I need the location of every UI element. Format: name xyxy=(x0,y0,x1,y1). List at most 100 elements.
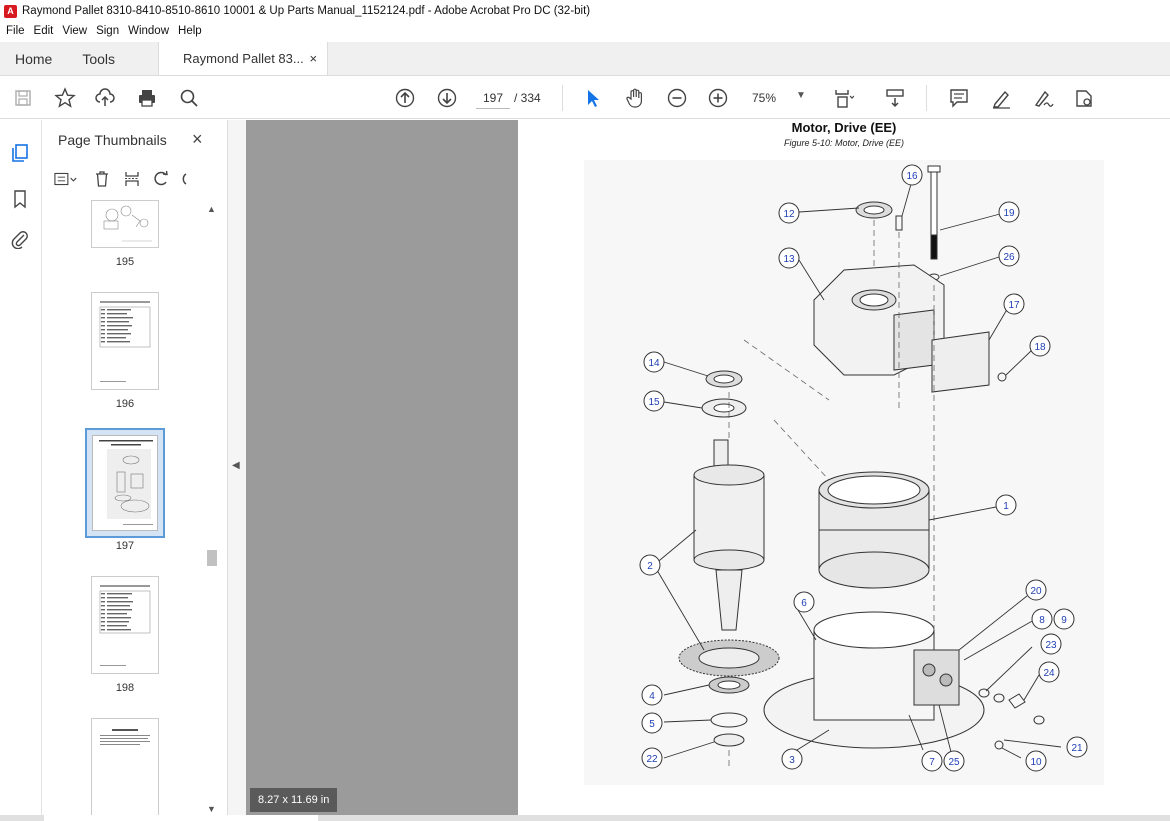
thumbnails-list[interactable]: 195 196 197 198 ▲ ▼ xyxy=(42,200,228,821)
scrollbar-thumb[interactable] xyxy=(207,550,217,566)
callout-17: 17 xyxy=(1003,293,1025,315)
tab-tools-label: Tools xyxy=(82,50,116,67)
svg-text:16: 16 xyxy=(906,171,918,182)
tab-document-label: Raymond Pallet 83... xyxy=(183,51,304,66)
zoom-in-icon[interactable] xyxy=(705,85,731,111)
menu-sign[interactable]: Sign xyxy=(96,25,119,37)
callout-4: 4 xyxy=(641,684,663,706)
callout-14: 14 xyxy=(643,351,665,373)
menu-file[interactable]: File xyxy=(6,25,25,37)
page-thumbnail-selected[interactable] xyxy=(85,428,165,538)
svg-text:12: 12 xyxy=(783,209,795,220)
page-thumbnail[interactable] xyxy=(91,200,159,248)
svg-text:8: 8 xyxy=(1039,615,1045,626)
svg-text:24: 24 xyxy=(1043,668,1055,679)
menu-help[interactable]: Help xyxy=(178,25,202,37)
svg-text:17: 17 xyxy=(1008,300,1020,311)
tab-close-icon[interactable]: × xyxy=(309,51,317,66)
panel-toolbar xyxy=(54,166,224,192)
svg-text:10: 10 xyxy=(1030,757,1042,768)
page-down-icon[interactable] xyxy=(434,85,460,111)
scroll-up-icon[interactable]: ▲ xyxy=(207,204,216,214)
page-total: / 334 xyxy=(514,91,541,105)
svg-text:1: 1 xyxy=(1003,501,1009,512)
figure-title: Motor, Drive (EE) xyxy=(791,120,897,135)
chevron-left-icon[interactable]: ◀ xyxy=(232,460,240,471)
callout-6: 6 xyxy=(793,591,815,613)
callout-13: 13 xyxy=(778,247,800,269)
page-number-label: 198 xyxy=(115,682,135,694)
callout-3: 3 xyxy=(781,748,803,770)
document-viewer[interactable]: Motor, Drive (EE) Figure 5-10: Motor, Dr… xyxy=(246,120,1170,821)
menu-window[interactable]: Window xyxy=(128,25,169,37)
page-thumbnail[interactable] xyxy=(91,718,159,821)
page-number-label: 197 xyxy=(115,540,135,552)
fit-page-icon[interactable] xyxy=(830,85,856,111)
svg-text:21: 21 xyxy=(1071,743,1083,754)
insert-page-icon[interactable] xyxy=(120,168,144,190)
hand-icon[interactable] xyxy=(622,85,648,111)
callout-21: 21 xyxy=(1066,736,1088,758)
rotate-icon[interactable] xyxy=(150,168,174,190)
scroll-mode-icon[interactable] xyxy=(882,85,908,111)
toolbar-divider xyxy=(926,85,927,111)
scroll-down-icon[interactable]: ▼ xyxy=(207,804,216,814)
callout-12: 12 xyxy=(778,202,800,224)
chevron-down-icon[interactable]: ▼ xyxy=(796,90,806,101)
callout-9: 8 xyxy=(1031,608,1053,630)
print-icon[interactable] xyxy=(134,85,160,111)
zoom-select[interactable]: 75% xyxy=(752,91,776,105)
page-thumbnail[interactable] xyxy=(91,292,159,390)
menu-bar: File Edit View Sign Window Help xyxy=(0,22,1170,40)
window-title: Raymond Pallet 8310-8410-8510-8610 10001… xyxy=(22,5,591,17)
search-icon[interactable] xyxy=(176,85,202,111)
page-size-indicator: 8.27 x 11.69 in xyxy=(250,788,338,812)
callout-25: 25 xyxy=(943,750,965,772)
page-up-icon[interactable] xyxy=(392,85,418,111)
callout-1: 1 xyxy=(995,494,1017,516)
select-cursor-icon[interactable] xyxy=(580,85,606,111)
bookmark-icon[interactable] xyxy=(9,188,31,210)
svg-text:19: 19 xyxy=(1003,208,1015,219)
tab-tools[interactable]: Tools xyxy=(67,42,130,75)
menu-view[interactable]: View xyxy=(62,25,87,37)
svg-text:6: 6 xyxy=(801,598,807,609)
left-rail xyxy=(0,120,42,821)
thumbnails-scrollbar[interactable]: ▲ ▼ xyxy=(205,200,219,821)
toolbar: / 334 75% ▼ xyxy=(0,77,1170,119)
svg-text:2: 2 xyxy=(647,561,653,572)
delete-icon[interactable] xyxy=(90,168,114,190)
tab-home[interactable]: Home xyxy=(0,42,67,75)
upload-icon[interactable] xyxy=(92,85,118,111)
callout-20: 19 xyxy=(998,201,1020,223)
menu-edit[interactable]: Edit xyxy=(34,25,54,37)
close-icon[interactable]: × xyxy=(192,129,203,150)
page-number-label: 196 xyxy=(115,398,135,410)
rotate-ccw-icon[interactable] xyxy=(180,168,188,190)
zoom-out-icon[interactable] xyxy=(664,85,690,111)
page-thumbnail[interactable] xyxy=(91,576,159,674)
callout-2: 2 xyxy=(639,554,661,576)
callout-18: 18 xyxy=(1029,335,1051,357)
page-thumbnails-icon[interactable] xyxy=(9,142,31,164)
callout-23: 23 xyxy=(1040,633,1062,655)
callout-7: 7 xyxy=(921,750,943,772)
star-icon[interactable] xyxy=(52,85,78,111)
callout-10: 9 xyxy=(1053,608,1075,630)
panel-collapse-handle[interactable]: ◀ xyxy=(228,120,246,821)
highlight-icon[interactable] xyxy=(988,85,1014,111)
callout-16: 16 xyxy=(901,164,923,186)
attachment-icon[interactable] xyxy=(9,228,31,250)
protect-icon[interactable] xyxy=(1071,85,1097,111)
comment-icon[interactable] xyxy=(946,85,972,111)
save-icon[interactable] xyxy=(10,85,36,111)
sign-icon[interactable] xyxy=(1030,85,1056,111)
svg-text:15: 15 xyxy=(648,397,660,408)
callout-26: 26 xyxy=(998,245,1020,267)
page-number-input[interactable] xyxy=(476,87,510,109)
callout-22: 22 xyxy=(641,747,663,769)
tab-document[interactable]: Raymond Pallet 83... × xyxy=(158,42,329,75)
svg-text:3: 3 xyxy=(789,755,795,766)
options-menu-icon[interactable] xyxy=(54,168,78,190)
svg-text:22: 22 xyxy=(646,754,658,765)
